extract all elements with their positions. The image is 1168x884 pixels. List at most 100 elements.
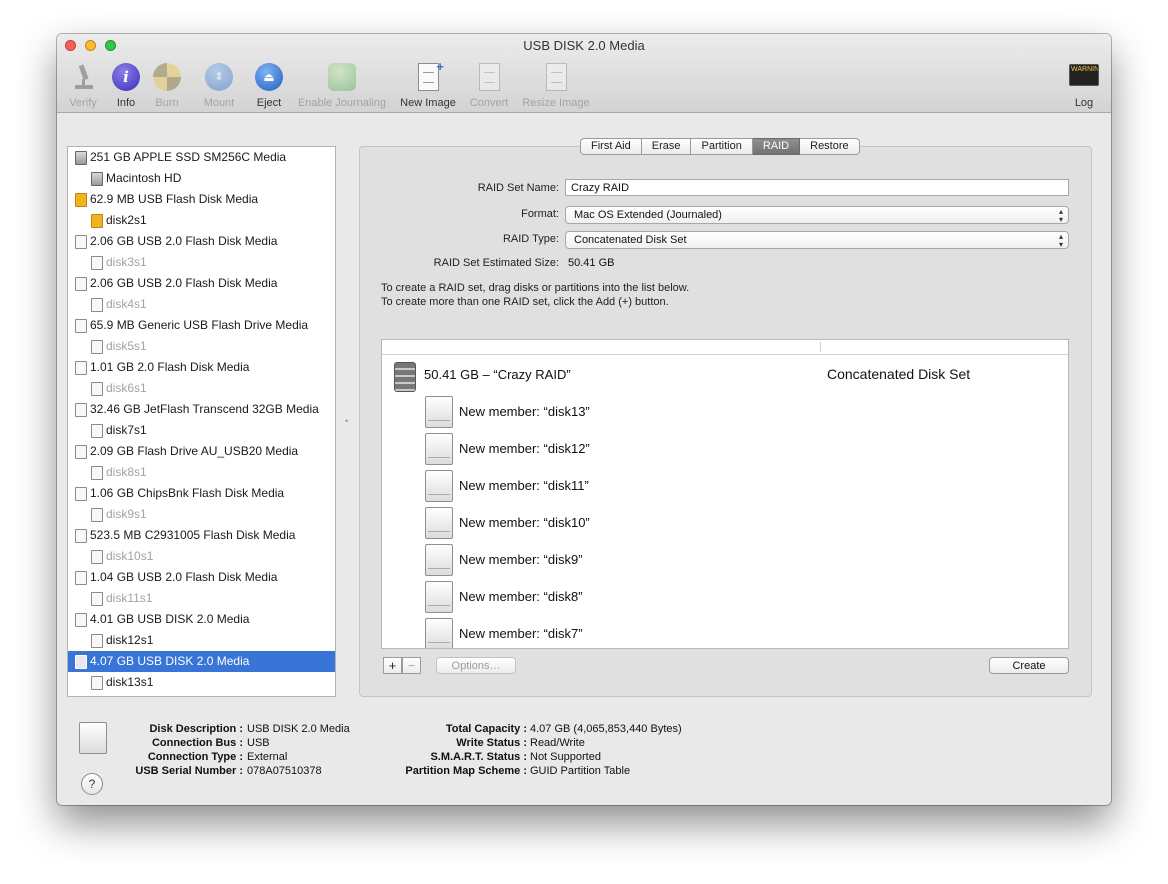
sidebar-disk-item[interactable]: 251 GB APPLE SSD SM256C Media bbox=[68, 147, 335, 168]
sidebar-volume-item[interactable]: disk5s1 bbox=[68, 336, 335, 357]
sidebar-item-label: 2.09 GB Flash Drive AU_USB20 Media bbox=[90, 444, 299, 458]
sidebar-volume-item[interactable]: disk3s1 bbox=[68, 252, 335, 273]
raid-type-label: RAID Type: bbox=[502, 233, 559, 245]
raid-set-name[interactable]: 50.41 GB – “Crazy RAID” bbox=[424, 367, 571, 382]
toolbar-new-image[interactable]: + New Image bbox=[395, 59, 461, 109]
member-disk-icon bbox=[425, 544, 453, 576]
sidebar-disk-item[interactable]: 65.9 MB Generic USB Flash Drive Media bbox=[68, 315, 335, 336]
sidebar-disk-item[interactable]: 2.06 GB USB 2.0 Flash Disk Media bbox=[68, 231, 335, 252]
disk-drive-icon bbox=[75, 235, 87, 249]
disk-drive-icon bbox=[75, 571, 87, 585]
info-key: Disk Description : bbox=[149, 723, 243, 735]
new-image-icon: + bbox=[413, 59, 444, 92]
flash-drive-icon bbox=[75, 193, 87, 207]
raid-type-select[interactable]: Concatenated Disk Set ▴ ▾ bbox=[565, 231, 1069, 249]
select-arrows-icon: ▴ ▾ bbox=[1058, 232, 1063, 249]
raid-member-item[interactable]: New member: “disk7” bbox=[459, 626, 583, 641]
sidebar-item-label: 2.06 GB USB 2.0 Flash Disk Media bbox=[90, 276, 278, 290]
sidebar-volume-item[interactable]: Macintosh HD bbox=[68, 168, 335, 189]
raid-member-item[interactable]: New member: “disk12” bbox=[459, 441, 590, 456]
sidebar-item-label: disk10s1 bbox=[106, 549, 154, 563]
sidebar-disk-item[interactable]: 62.9 MB USB Flash Disk Media bbox=[68, 189, 335, 210]
info-value: External bbox=[247, 751, 288, 763]
toolbar-enable-journaling[interactable]: Enable Journaling bbox=[293, 62, 391, 109]
sidebar-volume-item[interactable]: disk4s1 bbox=[68, 294, 335, 315]
sidebar-volume-item[interactable]: disk9s1 bbox=[68, 504, 335, 525]
sidebar-disk-item[interactable]: 2.09 GB Flash Drive AU_USB20 Media bbox=[68, 441, 335, 462]
sidebar-item-label: disk3s1 bbox=[106, 255, 147, 269]
tab-raid[interactable]: RAID bbox=[752, 138, 801, 155]
sidebar-volume-item[interactable]: disk10s1 bbox=[68, 546, 335, 567]
raid-type-select-value: Concatenated Disk Set bbox=[574, 234, 687, 246]
info-value: USB DISK 2.0 Media bbox=[247, 723, 350, 735]
info-key: USB Serial Number : bbox=[135, 765, 243, 777]
raid-member-item[interactable]: New member: “disk11” bbox=[459, 478, 589, 493]
toolbar-convert[interactable]: Convert bbox=[458, 62, 520, 109]
sidebar-disk-item[interactable]: 4.07 GB USB DISK 2.0 Media bbox=[68, 651, 335, 672]
sidebar-item-label: disk9s1 bbox=[106, 507, 147, 521]
toolbar-eject-label: Eject bbox=[256, 97, 282, 109]
disk-drive-icon bbox=[91, 592, 103, 606]
disk-drive-icon bbox=[91, 424, 103, 438]
sidebar-disk-item[interactable]: 1.01 GB 2.0 Flash Disk Media bbox=[68, 357, 335, 378]
tab-first-aid[interactable]: First Aid bbox=[580, 138, 642, 155]
sidebar-volume-item[interactable]: disk2s1 bbox=[68, 210, 335, 231]
toolbar-burn-label: Burn bbox=[155, 97, 179, 109]
member-disk-icon bbox=[425, 507, 453, 539]
tab-restore[interactable]: Restore bbox=[800, 138, 860, 155]
raid-set-name-field[interactable]: Crazy RAID bbox=[565, 179, 1069, 196]
tab-partition[interactable]: Partition bbox=[691, 138, 753, 155]
sidebar-item-label: disk6s1 bbox=[106, 381, 147, 395]
raid-member-item[interactable]: New member: “disk10” bbox=[459, 515, 590, 530]
disk-drive-icon bbox=[91, 508, 103, 522]
disk-drive-icon bbox=[91, 550, 103, 564]
info-key: S.M.A.R.T. Status : bbox=[430, 751, 527, 763]
format-select[interactable]: Mac OS Extended (Journaled) ▴ ▾ bbox=[565, 206, 1069, 224]
format-select-value: Mac OS Extended (Journaled) bbox=[574, 209, 722, 221]
info-key: Connection Bus : bbox=[151, 737, 243, 749]
raid-member-item[interactable]: New member: “disk13” bbox=[459, 404, 590, 419]
sidebar-item-label: disk12s1 bbox=[106, 633, 154, 647]
toolbar-resize-image[interactable]: Resize Image bbox=[516, 62, 596, 109]
sidebar-volume-item[interactable]: disk7s1 bbox=[68, 420, 335, 441]
disk-drive-icon bbox=[75, 277, 87, 291]
raid-member-item[interactable]: New member: “disk9” bbox=[459, 552, 583, 567]
raid-member-item[interactable]: New member: “disk8” bbox=[459, 589, 583, 604]
tab-erase[interactable]: Erase bbox=[641, 138, 692, 155]
sidebar-disk-item[interactable]: 2.06 GB USB 2.0 Flash Disk Media bbox=[68, 273, 335, 294]
toolbar-log[interactable]: WARNIN Log bbox=[1054, 62, 1111, 109]
sidebar-item-label: disk5s1 bbox=[106, 339, 147, 353]
sidebar-volume-item[interactable]: disk12s1 bbox=[68, 630, 335, 651]
disk-drive-icon bbox=[75, 403, 87, 417]
mount-icon: ⇕ bbox=[204, 62, 234, 92]
raid-set-list[interactable]: 50.41 GB – “Crazy RAID” Concatenated Dis… bbox=[381, 339, 1069, 649]
add-raid-button[interactable]: + bbox=[383, 657, 402, 674]
journaling-icon bbox=[327, 62, 357, 92]
disk-drive-icon bbox=[75, 445, 87, 459]
sidebar-volume-item[interactable]: disk13s1 bbox=[68, 672, 335, 693]
toolbar-eject[interactable]: ⏏ Eject bbox=[238, 62, 300, 109]
remove-raid-button[interactable]: − bbox=[402, 657, 421, 674]
sidebar-disk-item[interactable]: 523.5 MB C2931005 Flash Disk Media bbox=[68, 525, 335, 546]
create-button[interactable]: Create bbox=[989, 657, 1069, 674]
sidebar-disk-item[interactable]: 4.01 GB USB DISK 2.0 Media bbox=[68, 609, 335, 630]
title-bar: USB DISK 2.0 Media Verify i Info Burn ⇕ … bbox=[57, 34, 1111, 113]
disk-drive-icon bbox=[75, 319, 87, 333]
sidebar-disk-item[interactable]: 32.46 GB JetFlash Transcend 32GB Media bbox=[68, 399, 335, 420]
info-value: Read/Write bbox=[530, 737, 585, 749]
sidebar-disk-item[interactable]: 1.06 GB ChipsBnk Flash Disk Media bbox=[68, 483, 335, 504]
split-view-handle[interactable]: • bbox=[345, 416, 348, 426]
info-value: Not Supported bbox=[530, 751, 601, 763]
options-button[interactable]: Options… bbox=[436, 657, 516, 674]
sidebar-volume-item[interactable]: disk6s1 bbox=[68, 378, 335, 399]
convert-icon bbox=[474, 62, 504, 92]
sidebar-volume-item[interactable]: disk8s1 bbox=[68, 462, 335, 483]
sidebar-volume-item[interactable]: disk11s1 bbox=[68, 588, 335, 609]
disk-drive-icon bbox=[91, 466, 103, 480]
info-key: Connection Type : bbox=[147, 751, 243, 763]
sidebar-disk-item[interactable]: 1.04 GB USB 2.0 Flash Disk Media bbox=[68, 567, 335, 588]
disk-drive-icon bbox=[75, 529, 87, 543]
sidebar-item-label: 1.04 GB USB 2.0 Flash Disk Media bbox=[90, 570, 278, 584]
disk-list-sidebar[interactable]: 251 GB APPLE SSD SM256C Media Macintosh H… bbox=[67, 146, 336, 697]
eject-icon: ⏏ bbox=[254, 62, 284, 92]
